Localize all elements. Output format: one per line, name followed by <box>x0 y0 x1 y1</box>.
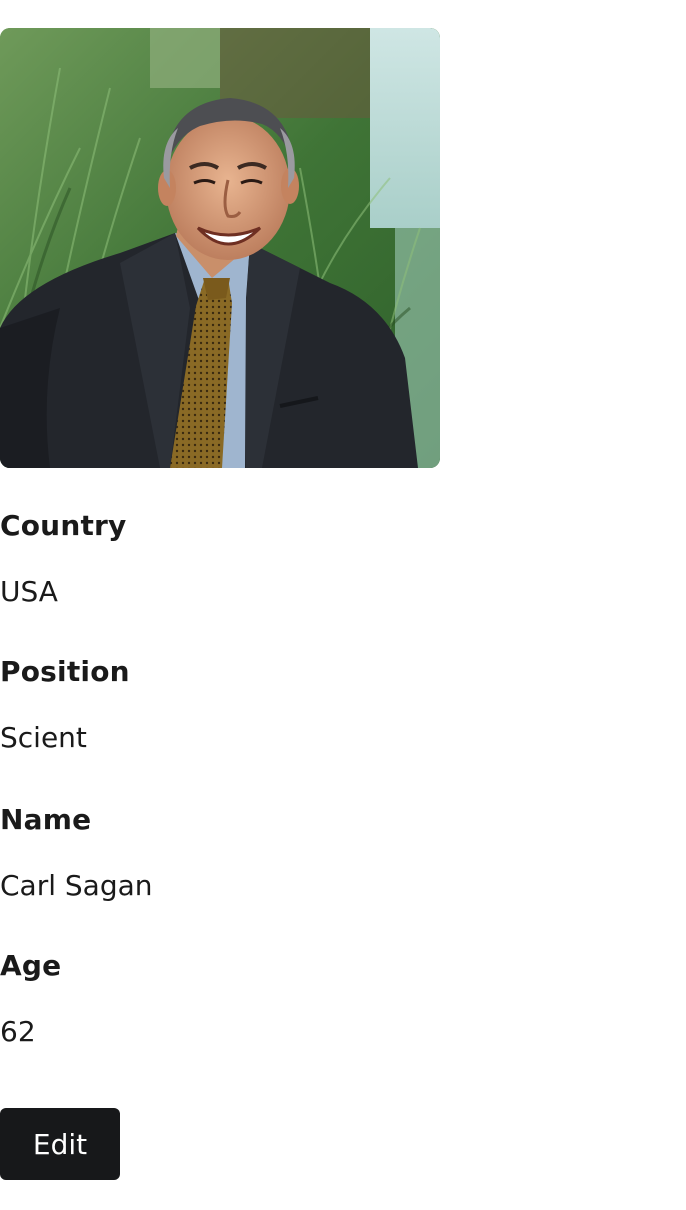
name-value: Carl Sagan <box>0 869 153 902</box>
age-label: Age <box>0 949 62 982</box>
position-value: Scient <box>0 721 87 754</box>
country-value: USA <box>0 575 58 608</box>
position-label: Position <box>0 655 130 688</box>
age-value: 62 <box>0 1015 36 1048</box>
name-label: Name <box>0 803 92 836</box>
country-label: Country <box>0 509 127 542</box>
edit-button[interactable]: Edit <box>0 1108 120 1180</box>
profile-photo <box>0 28 440 468</box>
